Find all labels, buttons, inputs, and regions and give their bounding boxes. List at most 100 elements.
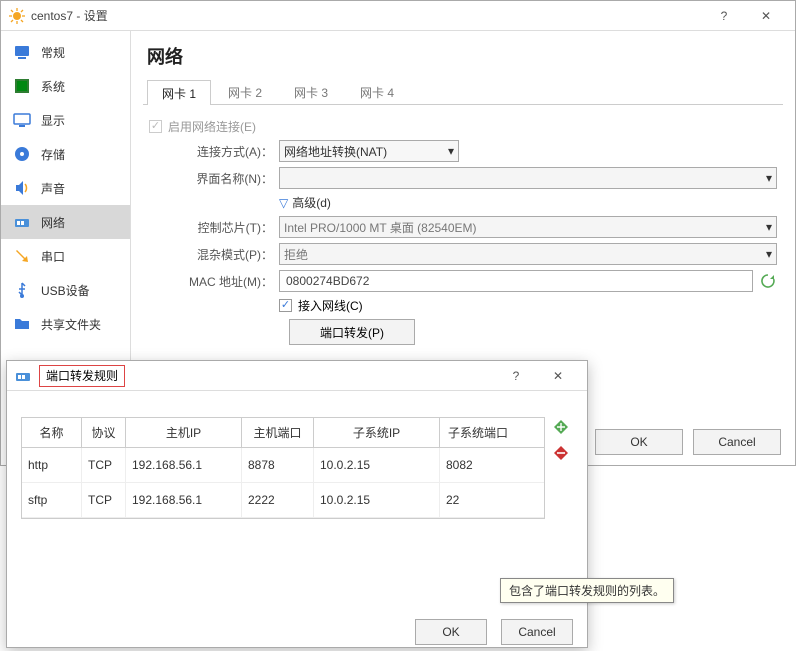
col-name[interactable]: 名称 [22,418,82,447]
tab-adapter3[interactable]: 网卡 3 [279,79,343,104]
sidebar-item-label: 串口 [41,248,65,265]
window-title: centos7 - 设置 [31,7,703,24]
general-icon [13,43,31,61]
cell-host-port: 8878 [242,448,314,482]
pf-close-button[interactable]: ✕ [537,362,579,390]
cell-proto: TCP [82,483,126,517]
adapter-type-value: Intel PRO/1000 MT 桌面 (82540EM) [284,219,477,236]
form-area: 启用网络连接(E) 连接方式(A)： 网络地址转换(NAT) ▾ 界面名称(N)… [143,105,783,345]
cable-connected-checkbox[interactable] [279,299,292,312]
col-guest-ip[interactable]: 子系统IP [314,418,440,447]
col-guest-port[interactable]: 子系统端口 [440,418,516,447]
sidebar-item-audio[interactable]: 声音 [1,171,130,205]
sidebar-item-general[interactable]: 常规 [1,35,130,69]
network-icon [15,368,31,384]
tabbar: 网卡 1 网卡 2 网卡 3 网卡 4 [143,79,783,105]
attached-to-value: 网络地址转换(NAT) [284,143,387,160]
mac-label: MAC 地址(M)： [149,273,279,290]
sidebar-item-serial[interactable]: 串口 [1,239,130,273]
promisc-value: 拒绝 [284,246,308,263]
attached-to-select[interactable]: 网络地址转换(NAT) ▾ [279,140,459,162]
close-button[interactable]: ✕ [745,2,787,30]
cell-host-ip: 192.168.56.1 [126,448,242,482]
sidebar-item-label: 网络 [41,214,65,231]
mac-input[interactable]: 0800274BD672 [279,270,753,292]
sidebar-item-system[interactable]: 系统 [1,69,130,103]
promisc-label: 混杂模式(P)： [149,246,279,263]
cell-host-port: 2222 [242,483,314,517]
pf-title: 端口转发规则 [39,365,125,387]
chevron-down-icon: ▾ [766,247,772,261]
port-forwarding-dialog: 端口转发规则 ? ✕ 名称 协议 主机IP 主机端口 子系统IP 子系统端口 h… [6,360,588,648]
serial-icon [13,247,31,265]
sidebar-item-label: 存储 [41,146,65,163]
pf-help-button[interactable]: ? [495,362,537,390]
advanced-toggle[interactable]: ▽ 高级(d) [279,194,331,211]
tab-adapter2[interactable]: 网卡 2 [213,79,277,104]
add-rule-icon[interactable] [551,417,571,437]
sidebar-item-label: 常规 [41,44,65,61]
sidebar-item-label: 声音 [41,180,65,197]
sidebar-item-shared[interactable]: 共享文件夹 [1,307,130,341]
cable-connected-label: 接入网线(C) [298,297,363,314]
tooltip: 包含了端口转发规则的列表。 [500,578,674,603]
audio-icon [13,179,31,197]
pf-side-buttons [545,417,573,519]
cancel-label: Cancel [718,435,755,449]
table-row[interactable]: http TCP 192.168.56.1 8878 10.0.2.15 808… [22,448,544,483]
remove-rule-icon[interactable] [551,443,571,463]
footer-buttons: OK Cancel [595,429,781,455]
pf-table-header: 名称 协议 主机IP 主机端口 子系统IP 子系统端口 [22,418,544,448]
pf-ok-label: OK [442,625,459,639]
enable-network-label: 启用网络连接(E) [168,118,256,135]
promisc-select[interactable]: 拒绝 ▾ [279,243,777,265]
sidebar-item-display[interactable]: 显示 [1,103,130,137]
app-icon [9,8,25,24]
tab-adapter1[interactable]: 网卡 1 [147,80,211,105]
cell-guest-port: 8082 [440,448,516,482]
pf-footer: OK Cancel [415,619,573,645]
ok-label: OK [630,435,647,449]
enable-network-checkbox[interactable] [149,120,162,133]
port-forwarding-button[interactable]: 端口转发(P) [289,319,415,345]
chevron-down-icon: ▾ [448,144,454,158]
table-row[interactable]: sftp TCP 192.168.56.1 2222 10.0.2.15 22 [22,483,544,518]
sidebar-item-label: 显示 [41,112,65,129]
help-button[interactable]: ? [703,2,745,30]
storage-icon [13,145,31,163]
pf-body: 名称 协议 主机IP 主机端口 子系统IP 子系统端口 http TCP 192… [7,391,587,519]
cell-name: http [22,448,82,482]
refresh-mac-icon[interactable] [759,272,777,290]
interface-name-label: 界面名称(N)： [149,170,279,187]
cell-proto: TCP [82,448,126,482]
pf-titlebar: 端口转发规则 ? ✕ [7,361,587,391]
col-proto[interactable]: 协议 [82,418,126,447]
cancel-button[interactable]: Cancel [693,429,781,455]
chevron-down-icon: ▾ [766,171,772,185]
attached-to-label: 连接方式(A)： [149,143,279,160]
adapter-type-select[interactable]: Intel PRO/1000 MT 桌面 (82540EM) ▾ [279,216,777,238]
titlebar: centos7 - 设置 ? ✕ [1,1,795,31]
sidebar-item-usb[interactable]: USB设备 [1,273,130,307]
pf-ok-button[interactable]: OK [415,619,487,645]
pf-cancel-button[interactable]: Cancel [501,619,573,645]
system-icon [13,77,31,95]
folder-icon [13,315,31,333]
cell-guest-ip: 10.0.2.15 [314,448,440,482]
advanced-label: 高级(d) [292,194,331,211]
col-host-port[interactable]: 主机端口 [242,418,314,447]
sidebar-item-label: 系统 [41,78,65,95]
sidebar-item-label: 共享文件夹 [41,316,101,333]
adapter-type-label: 控制芯片(T)： [149,219,279,236]
usb-icon [13,281,31,299]
col-host-ip[interactable]: 主机IP [126,418,242,447]
port-forwarding-label: 端口转发(P) [320,324,384,341]
network-icon [13,213,31,231]
display-icon [13,111,31,129]
triangle-down-icon: ▽ [279,196,288,210]
tab-adapter4[interactable]: 网卡 4 [345,79,409,104]
sidebar-item-network[interactable]: 网络 [1,205,130,239]
ok-button[interactable]: OK [595,429,683,455]
sidebar-item-storage[interactable]: 存储 [1,137,130,171]
interface-name-select[interactable]: ▾ [279,167,777,189]
